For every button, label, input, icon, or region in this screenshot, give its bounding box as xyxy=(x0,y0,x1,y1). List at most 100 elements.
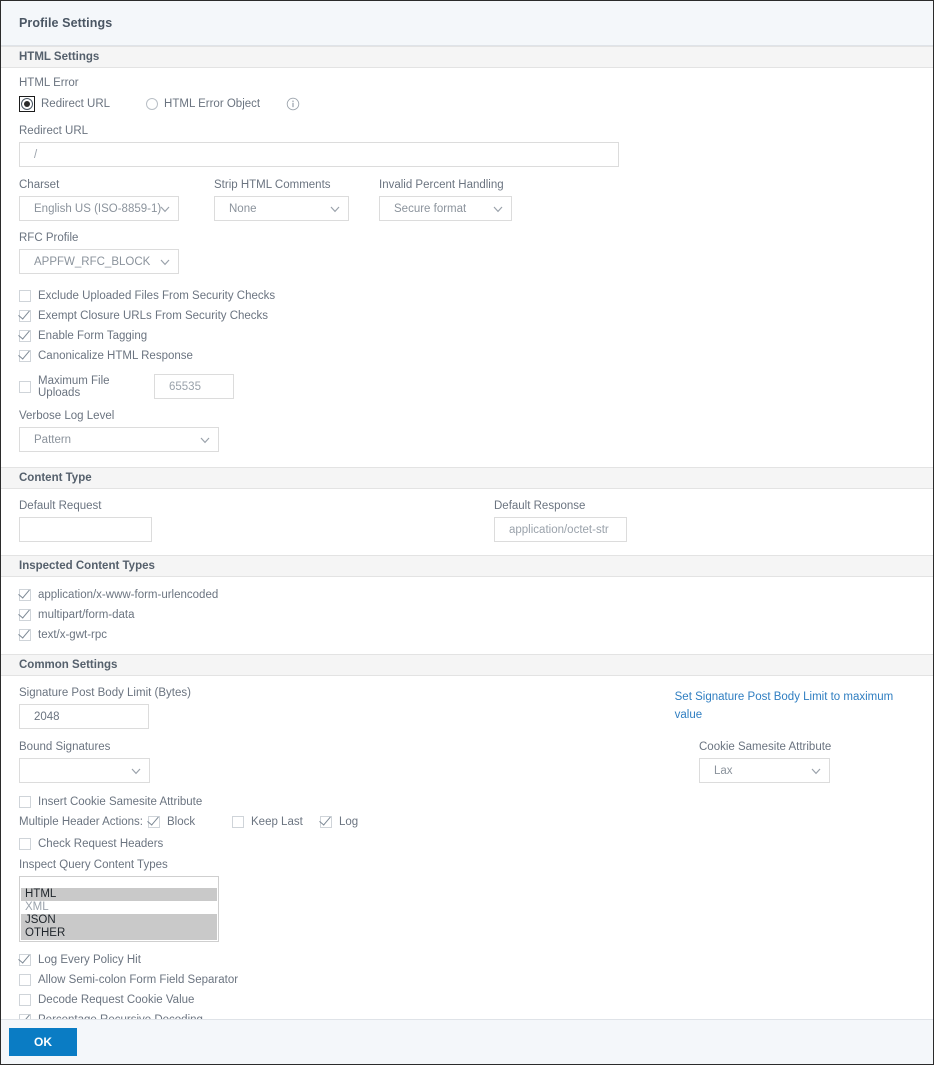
maximum-file-uploads-input[interactable]: 65535 xyxy=(154,374,234,399)
multiple-header-actions-row: Multiple Header Actions: Block Keep Last… xyxy=(19,812,915,832)
checkbox-maximum-file-uploads-box xyxy=(19,380,31,393)
chevron-down-icon xyxy=(811,768,821,774)
checkbox-allow-semicolon-form-field-separator-label: Allow Semi-colon Form Field Separator xyxy=(38,974,239,986)
default-response-value: application/octet-str xyxy=(509,523,609,536)
invalid-percent-handling-label: Invalid Percent Handling xyxy=(379,179,504,191)
verbose-log-level-select[interactable]: Pattern xyxy=(19,427,219,452)
default-request-label: Default Request xyxy=(19,500,102,512)
inspected-content-types-body: application/x-www-form-urlencoded multip… xyxy=(1,577,933,654)
checkbox-exempt-closure-urls-label: Exempt Closure URLs From Security Checks xyxy=(38,310,269,322)
checkbox-log-every-policy-hit-box xyxy=(19,954,31,966)
checkbox-exempt-closure-urls[interactable]: Exempt Closure URLs From Security Checks xyxy=(19,306,915,326)
checkbox-multiple-header-block-box xyxy=(148,816,160,828)
redirect-url-input[interactable]: / xyxy=(19,142,619,167)
strip-html-comments-select[interactable]: None xyxy=(214,196,349,221)
listbox-option-json[interactable]: JSON xyxy=(21,914,217,927)
rfc-profile-select[interactable]: APPFW_RFC_BLOCK xyxy=(19,249,179,274)
inspect-query-content-types-label: Inspect Query Content Types xyxy=(19,859,168,871)
checkbox-text-x-gwt-rpc-box xyxy=(19,629,31,641)
checkbox-enable-form-tagging-box xyxy=(19,330,31,342)
dialog-footer: OK xyxy=(1,1019,933,1064)
cookie-samesite-attribute-select[interactable]: Lax xyxy=(699,758,830,783)
listbox-option-xml[interactable]: XML xyxy=(21,901,217,914)
section-header-inspected-content-types: Inspected Content Types xyxy=(1,555,933,577)
checkbox-exclude-uploaded-files-box xyxy=(19,290,31,302)
chevron-down-icon xyxy=(330,206,340,212)
strip-html-comments-label: Strip HTML Comments xyxy=(214,179,331,191)
checkbox-insert-cookie-samesite-attribute[interactable]: Insert Cookie Samesite Attribute xyxy=(19,792,915,812)
section-header-content-type-label: Content Type xyxy=(19,472,92,484)
checkbox-multipart-form-data[interactable]: multipart/form-data xyxy=(19,605,915,625)
bound-signatures-select[interactable] xyxy=(19,758,150,783)
dialog-titlebar: Profile Settings xyxy=(1,1,933,46)
checkbox-check-request-headers[interactable]: Check Request Headers xyxy=(19,834,915,854)
checkbox-exclude-uploaded-files-label: Exclude Uploaded Files From Security Che… xyxy=(38,290,276,302)
checkbox-text-x-gwt-rpc[interactable]: text/x-gwt-rpc xyxy=(19,625,915,645)
redirect-url-input-value: / xyxy=(34,148,38,161)
invalid-percent-handling-select[interactable]: Secure format xyxy=(379,196,512,221)
checkbox-maximum-file-uploads[interactable]: Maximum File Uploads xyxy=(19,375,154,399)
listbox-option-other[interactable]: OTHER xyxy=(21,927,217,940)
radio-html-error-object[interactable]: HTML Error Object xyxy=(146,98,260,110)
checkbox-text-x-gwt-rpc-label: text/x-gwt-rpc xyxy=(38,629,108,641)
section-header-html-settings: HTML Settings xyxy=(1,46,933,68)
section-header-common-settings: Common Settings xyxy=(1,654,933,676)
strip-html-comments-value: None xyxy=(229,202,257,215)
content-type-body: Default Request Default Response applica… xyxy=(1,489,933,555)
bound-signatures-row: Bound Signatures Cookie Samesite Attribu… xyxy=(19,740,915,783)
cookie-samesite-attribute-value: Lax xyxy=(714,764,733,777)
listbox-option-html[interactable]: HTML xyxy=(21,888,217,901)
section-header-common-settings-label: Common Settings xyxy=(19,659,118,671)
checkbox-percentage-recursive-decoding[interactable]: Percentage Recursive Decoding xyxy=(19,1010,915,1019)
chevron-down-icon xyxy=(200,437,210,443)
checkbox-canonicalize-html-response-box xyxy=(19,350,31,362)
default-response-label: Default Response xyxy=(494,500,586,512)
checkbox-insert-cookie-samesite-attribute-box xyxy=(19,796,31,808)
redirect-url-field-label: Redirect URL xyxy=(19,125,89,137)
checkbox-multiple-header-log[interactable]: Log xyxy=(320,812,358,832)
checkbox-log-every-policy-hit[interactable]: Log Every Policy Hit xyxy=(19,950,915,970)
checkbox-multiple-header-block-label: Block xyxy=(167,816,196,828)
ok-button[interactable]: OK xyxy=(9,1028,77,1056)
radio-redirect-url-label: Redirect URL xyxy=(41,98,111,110)
bound-signatures-label: Bound Signatures xyxy=(19,741,111,753)
settings-scroll-area[interactable]: HTML Settings HTML Error Redirect URL HT… xyxy=(1,46,933,1019)
chevron-down-icon xyxy=(160,259,170,265)
checkbox-multipart-form-data-box xyxy=(19,609,31,621)
radio-redirect-url[interactable]: Redirect URL xyxy=(19,96,110,112)
checkbox-decode-request-cookie-value[interactable]: Decode Request Cookie Value xyxy=(19,990,915,1010)
checkbox-canonicalize-html-response-label: Canonicalize HTML Response xyxy=(38,350,193,362)
radio-html-error-object-dot xyxy=(146,98,159,110)
checkbox-log-every-policy-hit-label: Log Every Policy Hit xyxy=(38,954,141,966)
checkbox-check-request-headers-label: Check Request Headers xyxy=(38,838,164,850)
inspect-query-content-types-listbox[interactable]: HTML XML JSON OTHER xyxy=(19,876,219,942)
charset-select-value: English US (ISO-8859-1) xyxy=(34,202,162,215)
invalid-percent-handling-value: Secure format xyxy=(394,202,467,215)
checkbox-check-request-headers-box xyxy=(19,838,31,850)
checkbox-multiple-header-block[interactable]: Block xyxy=(148,812,232,832)
default-response-input[interactable]: application/octet-str xyxy=(494,517,627,542)
chevron-down-icon xyxy=(160,206,170,212)
content-type-row: Default Request Default Response applica… xyxy=(19,499,915,542)
charset-select[interactable]: English US (ISO-8859-1) xyxy=(19,196,179,221)
page-title: Profile Settings xyxy=(19,16,113,30)
charset-label: Charset xyxy=(19,179,60,191)
checkbox-application-x-www-form-urlencoded-label: application/x-www-form-urlencoded xyxy=(38,589,219,601)
maximum-file-uploads-row: Maximum File Uploads 65535 xyxy=(19,374,915,399)
default-request-input[interactable] xyxy=(19,517,152,542)
multiple-header-actions-label: Multiple Header Actions: xyxy=(19,816,144,828)
signature-post-body-limit-input[interactable]: 2048 xyxy=(19,704,149,729)
chevron-down-icon xyxy=(131,768,141,774)
checkbox-application-x-www-form-urlencoded[interactable]: application/x-www-form-urlencoded xyxy=(19,585,915,605)
checkbox-allow-semicolon-form-field-separator[interactable]: Allow Semi-colon Form Field Separator xyxy=(19,970,915,990)
checkbox-enable-form-tagging[interactable]: Enable Form Tagging xyxy=(19,326,915,346)
checkbox-canonicalize-html-response[interactable]: Canonicalize HTML Response xyxy=(19,346,915,366)
info-icon[interactable] xyxy=(286,97,300,111)
checkbox-multiple-header-keep-last[interactable]: Keep Last xyxy=(232,812,320,832)
checkbox-multiple-header-keep-last-label: Keep Last xyxy=(251,816,303,828)
section-header-inspected-content-types-label: Inspected Content Types xyxy=(19,560,155,572)
checkbox-multiple-header-log-label: Log xyxy=(339,816,359,828)
radio-html-error-object-label: HTML Error Object xyxy=(164,98,261,110)
checkbox-exclude-uploaded-files[interactable]: Exclude Uploaded Files From Security Che… xyxy=(19,286,915,306)
set-signature-post-body-limit-max-link[interactable]: Set Signature Post Body Limit to maximum… xyxy=(675,691,894,721)
